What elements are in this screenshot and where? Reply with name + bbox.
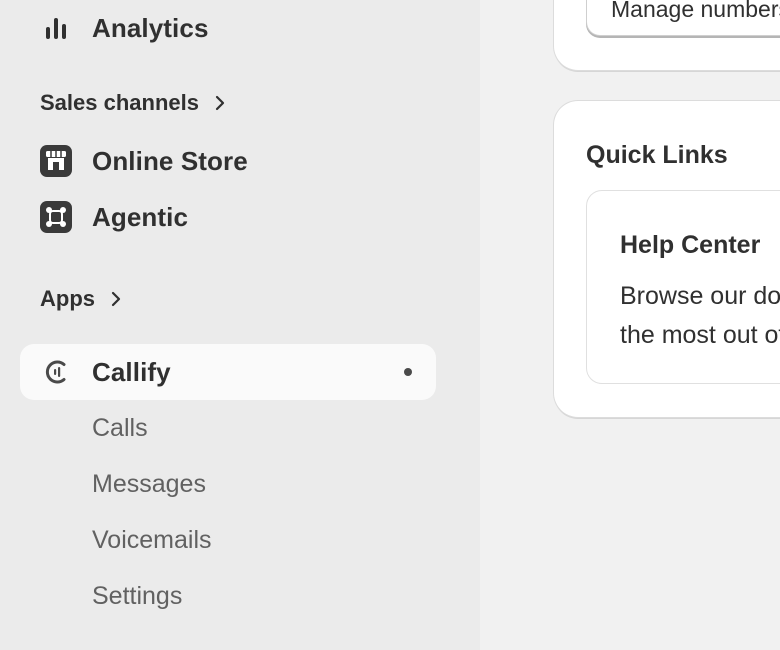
manage-numbers-button[interactable]: Manage numbers	[586, 0, 780, 36]
sales-channels-header[interactable]: Sales channels	[40, 90, 229, 116]
apps-header[interactable]: Apps	[40, 286, 125, 312]
sidebar-item-agentic[interactable]: Agentic	[20, 189, 436, 245]
sidebar-item-label: Analytics	[92, 12, 209, 43]
sidebar-item-callify[interactable]: Callify	[20, 344, 436, 400]
sidebar-subitem-calls[interactable]: Calls	[92, 414, 148, 443]
store-icon	[40, 145, 72, 177]
sidebar-item-label: Agentic	[92, 201, 189, 232]
sidebar-subitem-voicemails[interactable]: Voicemails	[92, 526, 212, 555]
app-root: Analytics Sales channels Online Store Ag…	[0, 0, 780, 650]
numbers-card: Manage numbers	[554, 0, 780, 70]
help-center-card[interactable]: Help Center Browse our documentation to …	[586, 190, 780, 384]
sidebar-item-online-store[interactable]: Online Store	[20, 133, 436, 189]
sidebar: Analytics Sales channels Online Store Ag…	[0, 0, 480, 650]
sidebar-subitem-settings[interactable]: Settings	[92, 582, 182, 611]
chevron-right-icon	[107, 290, 125, 308]
quick-links-card: Quick Links Help Center Browse our docum…	[554, 101, 780, 417]
sidebar-item-label: Callify	[92, 356, 171, 387]
chevron-right-icon	[211, 94, 229, 112]
sidebar-item-label: Online Store	[92, 145, 248, 176]
callify-logo-icon	[40, 356, 72, 388]
sidebar-item-analytics[interactable]: Analytics	[20, 0, 436, 56]
section-header-label: Sales channels	[40, 90, 199, 115]
section-header-label: Apps	[40, 286, 95, 311]
notification-dot	[404, 368, 412, 376]
quick-links-title: Quick Links	[586, 141, 728, 169]
help-center-title: Help Center	[620, 231, 761, 259]
agentic-icon	[40, 201, 72, 233]
help-center-description: Browse our documentation to get the most…	[620, 282, 780, 349]
sidebar-subitem-messages[interactable]: Messages	[92, 470, 206, 499]
bar-chart-icon	[40, 12, 72, 44]
